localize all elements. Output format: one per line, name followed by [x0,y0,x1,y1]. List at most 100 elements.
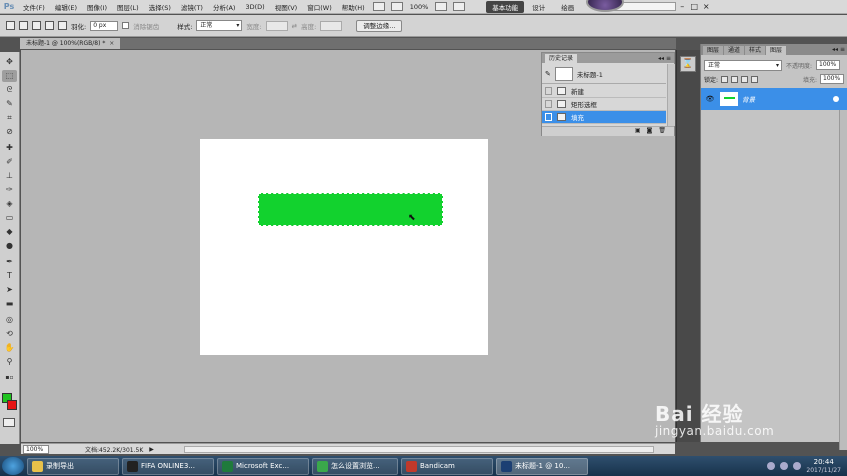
marquee-tool-preset-icon[interactable] [6,21,15,30]
lasso-tool-icon[interactable]: ᘓ [2,84,17,96]
zoom-level-menu[interactable]: 100% [406,3,433,11]
lock-image-icon[interactable] [731,75,739,83]
workspace-painting[interactable]: 绘画 [553,2,582,12]
subtract-selection-icon[interactable] [45,21,54,30]
feather-input[interactable]: 0 px [90,20,119,31]
volume-icon[interactable] [780,462,789,470]
new-selection-icon[interactable] [19,21,28,30]
menu-layer[interactable]: 图层(L) [112,2,144,12]
fill-input[interactable]: 100% [820,74,844,84]
history-panel-icon[interactable]: ⌛ [680,56,696,72]
horizontal-scrollbar[interactable] [183,445,654,453]
refine-edge-button[interactable]: 调整边缘... [356,19,403,32]
new-document-from-state-icon[interactable]: ▣ [635,127,641,136]
menu-edit[interactable]: 编辑(E) [50,2,82,12]
tab-styles[interactable]: 样式 [745,46,766,55]
new-snapshot-icon[interactable]: ◙ [647,127,653,136]
brush-source-icon[interactable]: ✎ [545,70,551,78]
history-brush-box[interactable] [545,87,552,95]
close-button[interactable]: × [700,2,712,11]
hand-tool-icon[interactable]: ✋ [2,342,17,354]
pen-tool-icon[interactable]: ✒ [2,256,17,268]
background-color-swatch[interactable] [7,400,17,410]
menu-select[interactable]: 选择(S) [144,2,176,12]
history-brush-box[interactable] [545,100,552,108]
history-brush-box[interactable] [545,113,552,121]
antivirus-icon[interactable] [793,462,802,470]
tab-layers[interactable]: 图层 [766,46,787,55]
task-recording-export[interactable]: 录制导出 [27,457,119,475]
menu-analysis[interactable]: 分析(A) [208,2,241,12]
quick-mask-icon[interactable] [3,418,15,427]
lock-all-icon[interactable] [751,75,759,83]
path-selection-tool-icon[interactable]: ➤ [2,284,17,296]
tab-layers-group[interactable]: 图层 [703,46,724,55]
blend-mode-select[interactable]: 正常 [704,59,782,71]
task-bandicam[interactable]: Bandicam [401,457,493,475]
history-item-marquee[interactable]: 矩形选框 [542,98,666,111]
menu-image[interactable]: 图像(I) [82,2,112,12]
history-item-new[interactable]: 新建 [542,85,666,98]
screen-mode-icon[interactable] [453,2,466,11]
gradient-tool-icon[interactable]: ▭ [2,212,17,224]
bridge-icon[interactable] [372,2,385,11]
dodge-tool-icon[interactable]: ● [2,240,17,252]
clone-stamp-tool-icon[interactable]: ⊥ [2,170,17,182]
style-select[interactable]: 正常 [196,20,243,31]
antialias-checkbox[interactable] [122,22,130,29]
start-button[interactable] [2,457,24,475]
menu-filter[interactable]: 滤镜(T) [176,2,208,12]
menu-file[interactable]: 文件(F) [18,2,50,12]
brush-tool-icon[interactable]: ✐ [2,156,17,168]
eraser-tool-icon[interactable]: ◈ [2,198,17,210]
status-menu-arrow-icon[interactable]: ▶ [149,446,154,453]
intersect-selection-icon[interactable] [58,21,67,30]
task-browser[interactable]: 怎么设置浏览... [312,457,398,475]
layer-row-background[interactable]: 👁 背景 [701,88,847,110]
menu-3d[interactable]: 3D(D) [240,3,269,11]
blur-tool-icon[interactable]: ◆ [2,226,17,238]
task-microsoft-excel[interactable]: Microsoft Exc... [217,457,309,475]
delete-state-icon[interactable]: 🗑 [658,127,666,136]
clock[interactable]: 20:44 2017/11/27 [806,458,841,475]
history-scrollbar[interactable] [667,64,675,126]
lock-position-icon[interactable] [741,75,749,83]
workspace-essentials[interactable]: 基本功能 [486,0,525,13]
opacity-input[interactable]: 100% [816,60,841,70]
rectangle-tool-icon[interactable]: ▬ [2,298,17,310]
history-brush-tool-icon[interactable]: ✑ [2,184,17,196]
zoom-tool-icon[interactable]: ⚲ [2,356,17,368]
network-icon[interactable] [767,462,776,470]
swap-icon[interactable]: ⇄ [292,22,297,30]
panel-menu-icon[interactable]: ◂◂ ≡ [832,46,847,53]
task-fifa-online[interactable]: FIFA ONLINE3... [122,457,214,475]
3d-orbit-tool-icon[interactable]: ⟲ [2,328,17,340]
document-canvas[interactable] [200,139,488,355]
move-tool-icon[interactable]: ✥ [2,56,17,68]
3d-rotate-tool-icon[interactable]: ◎ [2,314,17,326]
task-photoshop[interactable]: 未标题-1 @ 10... [496,457,588,475]
rectangular-marquee-tool-icon[interactable]: ⬚ [2,70,17,82]
quick-selection-tool-icon[interactable]: ✎ [2,98,17,110]
workspace-design[interactable]: 设计 [524,2,553,12]
add-selection-icon[interactable] [32,21,41,30]
menu-help[interactable]: 帮助(H) [337,2,370,12]
maximize-button[interactable]: □ [688,2,700,11]
minimize-button[interactable]: – [676,2,688,11]
tab-channels[interactable]: 通道 [724,46,745,55]
default-colors-icon[interactable]: ▪▫ [2,372,17,384]
type-tool-icon[interactable]: T [2,270,17,282]
visibility-eye-icon[interactable]: 👁 [704,95,716,103]
history-tab[interactable]: 历史记录 [545,53,578,63]
history-item-fill[interactable]: 填充 [542,111,666,124]
lock-transparency-icon[interactable] [721,75,729,83]
healing-brush-tool-icon[interactable]: ✚ [2,142,17,154]
layers-scrollbar[interactable] [839,110,847,450]
history-snapshot[interactable]: ✎ 未标题-1 [542,64,666,84]
width-input[interactable] [265,20,288,31]
crop-tool-icon[interactable]: ⌗ [2,112,17,124]
close-icon[interactable]: × [109,40,114,47]
zoom-field[interactable]: 100% [23,444,49,454]
menu-window[interactable]: 窗口(W) [302,2,337,12]
height-input[interactable] [320,20,343,31]
